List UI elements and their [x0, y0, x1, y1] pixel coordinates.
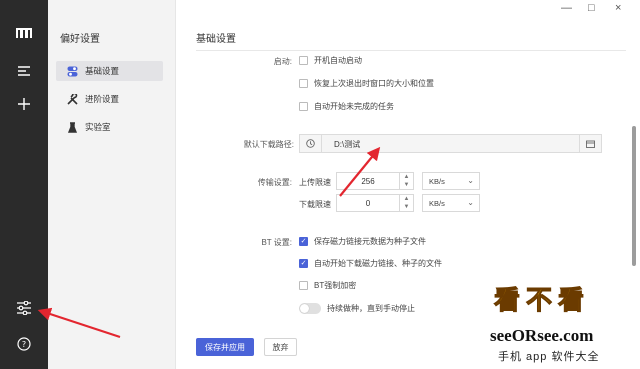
option-label: BT强制加密 [314, 281, 357, 290]
checkbox-checked[interactable]: ✓ [299, 259, 308, 268]
download-unit-select[interactable]: KB/s ⌄ [422, 194, 480, 212]
download-limit-stepper[interactable]: 0 ▲ ▼ [336, 194, 414, 212]
checkbox-checked[interactable]: ✓ [299, 237, 308, 246]
option-label: 自动开始未完成的任务 [314, 102, 394, 111]
chevron-down-icon: ⌄ [467, 176, 474, 185]
menu-icon[interactable] [14, 61, 34, 81]
bt-option-save-torrent[interactable]: ✓ 保存磁力链接元数据为种子文件 [299, 236, 426, 247]
watermark-logo: 看不看 [493, 285, 591, 316]
toggle-icon [66, 65, 78, 77]
flask-icon [66, 121, 78, 133]
maximize-button[interactable]: □ [588, 2, 595, 14]
sidebar-item-label: 基础设置 [85, 66, 120, 76]
watermark: 看不看 seeORsee.com 手机 app 软件大全 [484, 276, 640, 369]
checkbox[interactable] [299, 56, 308, 65]
option-label: 自动开始下载磁力链接、种子的文件 [314, 259, 442, 268]
title-divider [196, 50, 626, 51]
close-button[interactable]: × [615, 2, 621, 14]
chevron-down-icon: ⌄ [467, 198, 474, 207]
add-icon[interactable] [14, 94, 34, 114]
option-label: 持续做种，直到手动停止 [327, 304, 415, 313]
watermark-url: seeORsee.com [490, 326, 594, 345]
bt-label: BT 设置: [261, 238, 292, 247]
download-path-label: 默认下载路径: [243, 140, 294, 149]
bt-option-auto-download[interactable]: ✓ 自动开始下载磁力链接、种子的文件 [299, 258, 442, 269]
settings-sliders-icon[interactable] [14, 298, 34, 318]
download-unit-value: KB/s [429, 199, 445, 208]
download-path-value: D:\测试 [334, 140, 361, 149]
option-label: 保存磁力链接元数据为种子文件 [314, 237, 426, 246]
transfer-label: 传输设置: [257, 178, 292, 187]
decrement-icon[interactable]: ▼ [399, 203, 413, 211]
sidebar-item-label: 进阶设置 [85, 94, 120, 104]
sidebar-item-advanced[interactable]: 进阶设置 [56, 89, 163, 109]
save-apply-button[interactable]: 保存并应用 [196, 338, 254, 356]
upload-unit-value: KB/s [429, 177, 445, 186]
sidebar-item-basic[interactable]: 基础设置 [56, 61, 163, 81]
logo-icon[interactable] [14, 23, 34, 43]
bt-option-force-encryption[interactable]: BT强制加密 [299, 280, 356, 291]
startup-option-autostart[interactable]: 开机自动启动 [299, 55, 362, 66]
seeding-toggle[interactable] [299, 303, 321, 314]
sidebar-item-lab[interactable]: 实验室 [56, 117, 163, 137]
page-title: 基础设置 [196, 34, 236, 45]
startup-label: 启动: [273, 57, 292, 66]
help-icon[interactable]: ? [14, 334, 34, 354]
decrement-icon[interactable]: ▼ [399, 181, 413, 189]
option-label: 恢复上次退出时窗口的大小和位置 [314, 79, 434, 88]
history-icon[interactable] [300, 135, 322, 152]
upload-unit-select[interactable]: KB/s ⌄ [422, 172, 480, 190]
folder-icon[interactable] [579, 135, 601, 152]
bt-seeding-toggle-row[interactable]: 持续做种，直到手动停止 [299, 303, 415, 314]
discard-button[interactable]: 放弃 [264, 338, 297, 356]
sidebar-title: 偏好设置 [60, 34, 100, 45]
checkbox[interactable] [299, 281, 308, 290]
upload-limit-stepper[interactable]: 256 ▲ ▼ [336, 172, 414, 190]
increment-icon[interactable]: ▲ [399, 195, 413, 203]
app-rail: ? [0, 0, 48, 369]
download-path-field[interactable]: D:\测试 [299, 134, 602, 153]
sidebar-item-label: 实验室 [85, 122, 111, 132]
watermark-tagline: 手机 app 软件大全 [498, 351, 600, 363]
settings-sidebar: 偏好设置 基础设置 进阶设置 实验室 [48, 0, 176, 369]
minimize-button[interactable]: — [561, 2, 572, 14]
upload-limit-label: 上传限速 [299, 178, 331, 187]
startup-option-resume-tasks[interactable]: 自动开始未完成的任务 [299, 101, 394, 112]
svg-text:?: ? [22, 340, 26, 349]
checkbox[interactable] [299, 79, 308, 88]
download-limit-label: 下载限速 [299, 200, 331, 209]
checkbox[interactable] [299, 102, 308, 111]
scrollbar[interactable] [632, 126, 636, 266]
startup-option-restore-window[interactable]: 恢复上次退出时窗口的大小和位置 [299, 78, 434, 89]
increment-icon[interactable]: ▲ [399, 173, 413, 181]
upload-limit-value: 256 [361, 177, 375, 186]
tools-icon [66, 93, 78, 105]
option-label: 开机自动启动 [314, 56, 362, 65]
download-limit-value: 0 [365, 199, 371, 208]
